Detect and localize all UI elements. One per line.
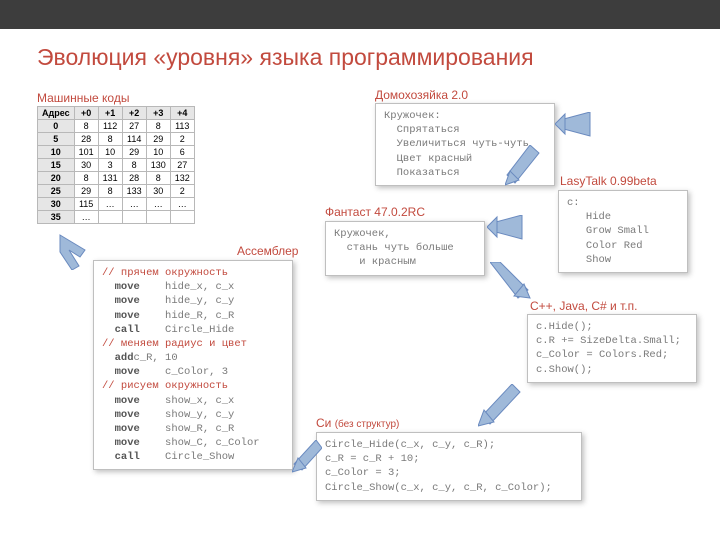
- label-c-main: Си: [316, 416, 331, 430]
- table-cell: 2: [170, 133, 194, 146]
- table-row: 25298133302: [38, 185, 195, 198]
- table-cell: 10: [38, 146, 75, 159]
- arrow-icon: [478, 384, 522, 428]
- table-cell: 8: [146, 120, 170, 133]
- table-cell: 25: [38, 185, 75, 198]
- table-cell: [170, 211, 194, 224]
- table-row: 30115…………: [38, 198, 195, 211]
- page-title: Эволюция «уровня» языка программирования: [37, 44, 534, 71]
- table-cell: 0: [38, 120, 75, 133]
- table-cell: 27: [170, 159, 194, 172]
- table-cell: 112: [98, 120, 122, 133]
- table-cell: …: [146, 198, 170, 211]
- table-header: +2: [122, 107, 146, 120]
- table-cell: [98, 211, 122, 224]
- arrow-icon: [487, 215, 527, 245]
- table-header: +0: [74, 107, 98, 120]
- label-assembler: Ассемблер: [237, 244, 298, 258]
- lasytalk-code: c: Hide Grow Small Color Red Show: [558, 190, 688, 273]
- table-cell: …: [74, 211, 98, 224]
- table-cell: 5: [38, 133, 75, 146]
- table-cell: 30: [74, 159, 98, 172]
- machine-code-table: Адрес+0+1+2+3+4 081122781135288114292101…: [37, 106, 195, 224]
- label-machine-code: Машинные коды: [37, 91, 129, 105]
- table-cell: 114: [122, 133, 146, 146]
- c-code: Circle_Hide(c_x, c_y, c_R); c_R = c_R + …: [316, 432, 582, 501]
- label-housewife: Домохозяйка 2.0: [375, 88, 468, 102]
- table-cell: 132: [170, 172, 194, 185]
- table-cell: 8: [98, 133, 122, 146]
- table-cell: 130: [146, 159, 170, 172]
- table-cell: 30: [146, 185, 170, 198]
- table-cell: 27: [122, 120, 146, 133]
- table-cell: 3: [98, 159, 122, 172]
- table-cell: 113: [170, 120, 194, 133]
- table-row: 15303813027: [38, 159, 195, 172]
- table-cell: 133: [122, 185, 146, 198]
- table-cell: …: [98, 198, 122, 211]
- arrow-icon: [490, 262, 534, 302]
- table-cell: 30: [38, 198, 75, 211]
- table-cell: 6: [170, 146, 194, 159]
- table-cell: …: [170, 198, 194, 211]
- assembler-code: // прячем окружность move hide_x, c_x mo…: [93, 260, 293, 470]
- table-cell: 8: [74, 172, 98, 185]
- table-header: +1: [98, 107, 122, 120]
- table-cell: [146, 211, 170, 224]
- fantast-code: Кружочек, стань чуть больше и красным: [325, 221, 485, 276]
- table-cell: 10: [98, 146, 122, 159]
- table-row: 08112278113: [38, 120, 195, 133]
- table-row: 208131288132: [38, 172, 195, 185]
- arrow-icon: [55, 230, 95, 270]
- table-cell: 8: [98, 185, 122, 198]
- top-bar: [0, 0, 720, 29]
- table-cell: 29: [146, 133, 170, 146]
- table-cell: …: [122, 198, 146, 211]
- label-lasytalk: LasyTalk 0.99beta: [560, 174, 657, 188]
- table-cell: 2: [170, 185, 194, 198]
- arrow-icon: [555, 112, 595, 142]
- table-cell: 28: [74, 133, 98, 146]
- label-c-sub: (без структур): [335, 419, 400, 430]
- table-row: 5288114292: [38, 133, 195, 146]
- table-cell: [122, 211, 146, 224]
- table-cell: 101: [74, 146, 98, 159]
- table-header: +4: [170, 107, 194, 120]
- table-cell: 29: [122, 146, 146, 159]
- table-cell: 35: [38, 211, 75, 224]
- table-cell: 8: [122, 159, 146, 172]
- table-cell: 15: [38, 159, 75, 172]
- label-c: Си (без структур): [316, 416, 399, 430]
- table-header: Адрес: [38, 107, 75, 120]
- table-cell: 131: [98, 172, 122, 185]
- table-row: 35…: [38, 211, 195, 224]
- table-cell: 20: [38, 172, 75, 185]
- table-header: +3: [146, 107, 170, 120]
- cpp-code: c.Hide(); c.R += SizeDelta.Small; c_Colo…: [527, 314, 697, 383]
- table-row: 101011029106: [38, 146, 195, 159]
- table-cell: 8: [146, 172, 170, 185]
- table-cell: 10: [146, 146, 170, 159]
- label-cpp: C++, Java, C# и т.п.: [530, 299, 637, 313]
- table-cell: 28: [122, 172, 146, 185]
- housewife-code: Кружочек: Спрятаться Увеличиться чуть-чу…: [375, 103, 555, 186]
- table-cell: 115: [74, 198, 98, 211]
- table-cell: 29: [74, 185, 98, 198]
- label-fantast: Фантаст 47.0.2RC: [325, 205, 425, 219]
- table-cell: 8: [74, 120, 98, 133]
